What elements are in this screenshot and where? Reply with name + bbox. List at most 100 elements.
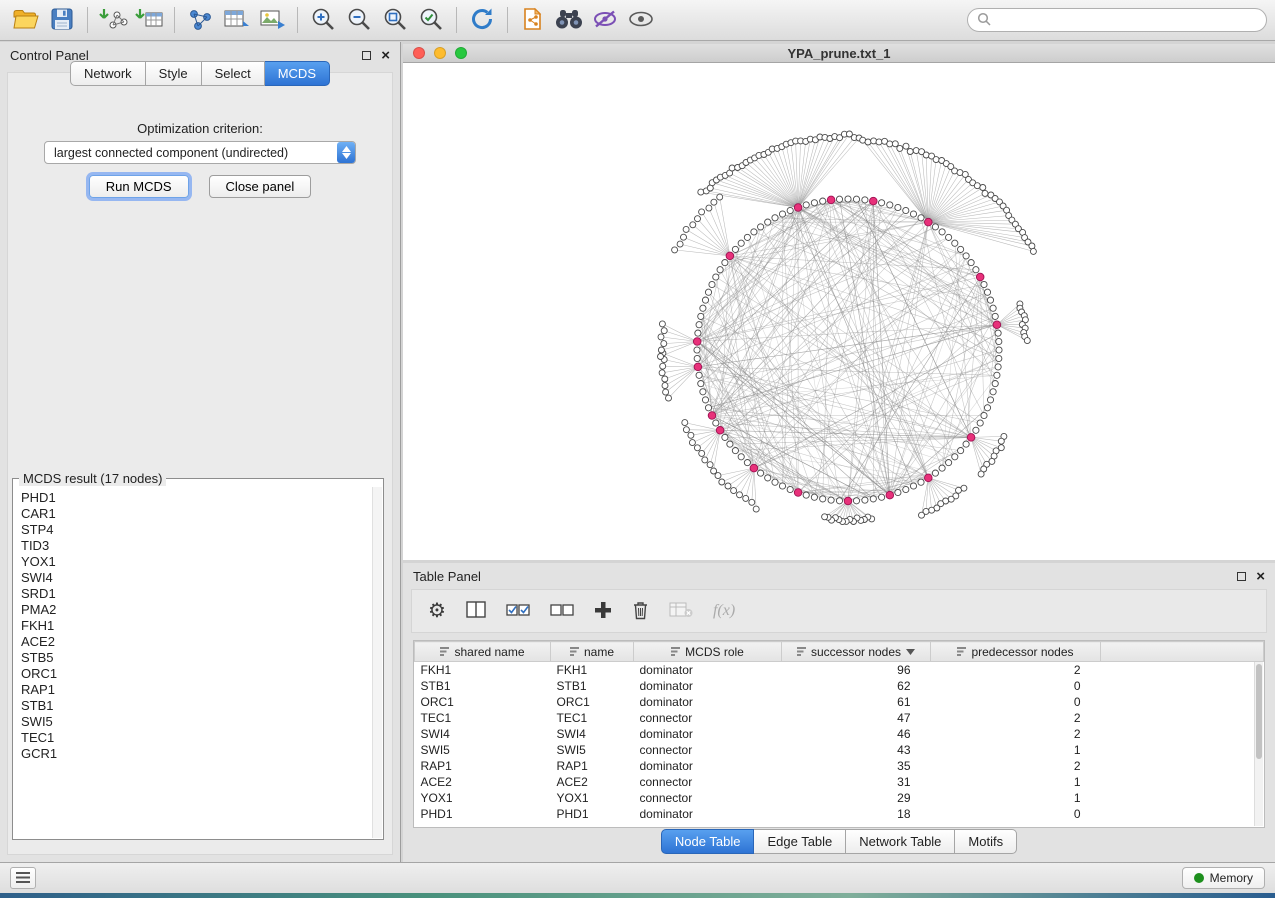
import-table-button[interactable] (131, 3, 167, 37)
leaf-node[interactable] (1030, 248, 1036, 254)
delete-column-button[interactable] (632, 598, 649, 624)
table-cell[interactable]: TEC1 (551, 710, 634, 726)
column-header-successor-nodes[interactable]: successor nodes (782, 642, 931, 662)
table-cell[interactable]: connector (634, 710, 782, 726)
ring-node[interactable] (738, 240, 744, 246)
table-scrollbar-thumb[interactable] (1256, 664, 1262, 759)
leaf-node[interactable] (822, 514, 828, 520)
mcds-result-item[interactable]: TEC1 (21, 730, 365, 746)
export-image-button[interactable] (254, 3, 290, 37)
leaf-node[interactable] (699, 450, 705, 456)
memory-button[interactable]: Memory (1182, 867, 1265, 889)
dominator-node[interactable] (993, 321, 1001, 329)
ring-node[interactable] (765, 475, 771, 481)
leaf-node[interactable] (683, 427, 689, 433)
leaf-node[interactable] (666, 395, 672, 401)
leaf-node[interactable] (689, 440, 695, 446)
global-search-field[interactable] (967, 8, 1267, 32)
leaf-node[interactable] (876, 139, 882, 145)
tab-style[interactable]: Style (146, 61, 202, 86)
tab-network-table[interactable]: Network Table (846, 829, 955, 854)
table-scrollbar[interactable] (1254, 662, 1263, 826)
leaf-node[interactable] (698, 189, 704, 195)
ring-node[interactable] (895, 489, 901, 495)
ring-node[interactable] (820, 198, 826, 204)
ring-node[interactable] (968, 260, 974, 266)
table-cell[interactable]: TEC1 (415, 710, 551, 726)
leaf-node[interactable] (658, 334, 664, 340)
ring-node[interactable] (845, 196, 851, 202)
ring-node[interactable] (987, 297, 993, 303)
leaf-node[interactable] (903, 143, 909, 149)
table-cell[interactable]: connector (634, 742, 782, 758)
copy-document-button[interactable] (515, 3, 551, 37)
table-settings-button[interactable]: ⚙ (428, 598, 446, 624)
table-cell[interactable]: connector (634, 774, 782, 790)
ring-node[interactable] (952, 240, 958, 246)
table-cell[interactable]: FKH1 (415, 662, 551, 678)
leaf-node[interactable] (978, 471, 984, 477)
network-window-titlebar[interactable]: YPA_prune.txt_1 (403, 44, 1275, 63)
ring-node[interactable] (698, 313, 704, 319)
ring-node[interactable] (958, 246, 964, 252)
leaf-node[interactable] (663, 389, 669, 395)
ring-node[interactable] (758, 224, 764, 230)
ring-node[interactable] (772, 479, 778, 485)
column-header-name[interactable]: name (551, 642, 634, 662)
save-session-button[interactable] (44, 3, 80, 37)
table-cell[interactable]: dominator (634, 694, 782, 710)
leaf-node[interactable] (662, 383, 668, 389)
table-row[interactable]: ACE2ACE2connector311 (415, 774, 1264, 790)
leaf-node[interactable] (715, 473, 721, 479)
ring-node[interactable] (879, 200, 885, 206)
leaf-node[interactable] (695, 216, 701, 222)
table-cell[interactable]: ORC1 (415, 694, 551, 710)
ring-node[interactable] (787, 207, 793, 213)
dominator-node[interactable] (750, 464, 758, 472)
deselect-all-rows-button[interactable] (550, 598, 574, 624)
ring-node[interactable] (996, 338, 1002, 344)
dominator-node[interactable] (870, 197, 878, 205)
new-network-button[interactable] (182, 3, 218, 37)
ring-node[interactable] (987, 397, 993, 403)
table-cell[interactable]: PHD1 (551, 806, 634, 822)
import-network-button[interactable] (95, 3, 131, 37)
dominator-node[interactable] (827, 196, 835, 204)
ring-node[interactable] (918, 215, 924, 221)
mcds-result-item[interactable]: ORC1 (21, 666, 365, 682)
table-row[interactable]: SWI5SWI5connector431 (415, 742, 1264, 758)
ring-node[interactable] (996, 347, 1002, 353)
ring-node[interactable] (787, 486, 793, 492)
table-cell[interactable]: 2 (931, 726, 1101, 742)
ring-node[interactable] (990, 305, 996, 311)
ring-node[interactable] (996, 355, 1002, 361)
run-mcds-button[interactable]: Run MCDS (89, 175, 189, 198)
ring-node[interactable] (963, 441, 969, 447)
dominator-node[interactable] (886, 491, 894, 499)
ring-node[interactable] (887, 202, 893, 208)
leaf-node[interactable] (694, 445, 700, 451)
show-all-button[interactable] (623, 3, 659, 37)
float-panel-icon[interactable] (362, 51, 371, 60)
traffic-light-minimize-icon[interactable] (434, 47, 446, 59)
ring-node[interactable] (958, 448, 964, 454)
mcds-result-item[interactable]: PMA2 (21, 602, 365, 618)
ring-node[interactable] (694, 347, 700, 353)
ring-node[interactable] (717, 267, 723, 273)
ring-node[interactable] (765, 219, 771, 225)
ring-node[interactable] (705, 289, 711, 295)
leaf-node[interactable] (731, 488, 737, 494)
mcds-result-item[interactable]: CAR1 (21, 506, 365, 522)
dominator-node[interactable] (716, 427, 724, 435)
ring-node[interactable] (779, 483, 785, 489)
search-input[interactable] (996, 13, 1257, 27)
leaf-node[interactable] (658, 347, 664, 353)
leaf-node[interactable] (907, 149, 913, 155)
mcds-result-item[interactable]: RAP1 (21, 682, 365, 698)
ring-node[interactable] (696, 372, 702, 378)
table-cell[interactable]: RAP1 (551, 758, 634, 774)
tab-motifs[interactable]: Motifs (955, 829, 1017, 854)
leaf-node[interactable] (658, 354, 664, 360)
ring-node[interactable] (910, 483, 916, 489)
table-cell[interactable]: 1 (931, 742, 1101, 758)
